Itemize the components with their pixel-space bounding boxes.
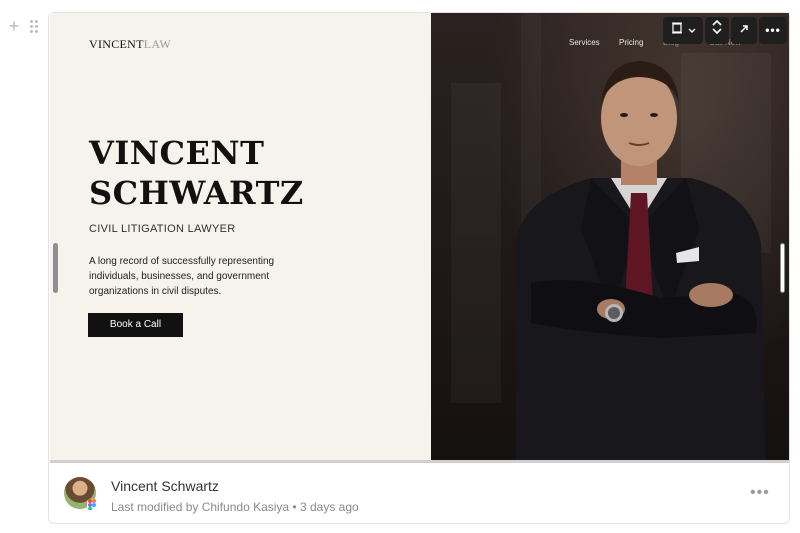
frame-size-menu[interactable]	[663, 17, 703, 44]
figma-badge-icon	[87, 499, 98, 510]
drag-handle-icon[interactable]	[30, 20, 40, 34]
frame-size-icon	[669, 17, 685, 44]
more-horizontal-icon[interactable]: •••	[750, 484, 770, 502]
add-block-icon[interactable]: +	[6, 17, 22, 35]
preview-left-panel: VINCENTLAW VINCENT SCHWARTZ CIVIL LITIGA…	[50, 13, 431, 460]
file-title[interactable]: Vincent Schwartz	[111, 478, 219, 494]
more-options-icon: •••	[765, 23, 781, 37]
nav-services[interactable]: Services	[569, 38, 600, 47]
open-external-button[interactable]	[731, 17, 757, 44]
last-modified-info: Last modified by Chifundo Kasiya • 3 day…	[111, 500, 359, 514]
more-options-button[interactable]: •••	[759, 17, 787, 44]
resize-handle-right[interactable]	[780, 243, 785, 293]
expand-vertical-icon	[705, 17, 729, 44]
chevron-down-icon	[685, 17, 699, 44]
hero-subtitle: CIVIL LITIGATION LAWYER	[89, 223, 236, 235]
nav-pricing[interactable]: Pricing	[619, 38, 643, 47]
lawyer-portrait	[516, 61, 766, 460]
website-preview: VINCENTLAW VINCENT SCHWARTZ CIVIL LITIGA…	[50, 13, 789, 460]
expand-vertical-button[interactable]	[705, 17, 729, 44]
open-external-icon	[731, 17, 757, 44]
site-logo[interactable]: VINCENTLAW	[89, 37, 171, 52]
hero-title: VINCENT SCHWARTZ	[89, 134, 304, 212]
preview-divider	[50, 460, 789, 463]
hero-photo: Services Pricing Blog Call Now	[431, 13, 789, 460]
resize-handle-left[interactable]	[53, 243, 58, 293]
book-call-button[interactable]: Book a Call	[88, 313, 183, 337]
hero-description: A long record of successfully representi…	[89, 256, 275, 297]
